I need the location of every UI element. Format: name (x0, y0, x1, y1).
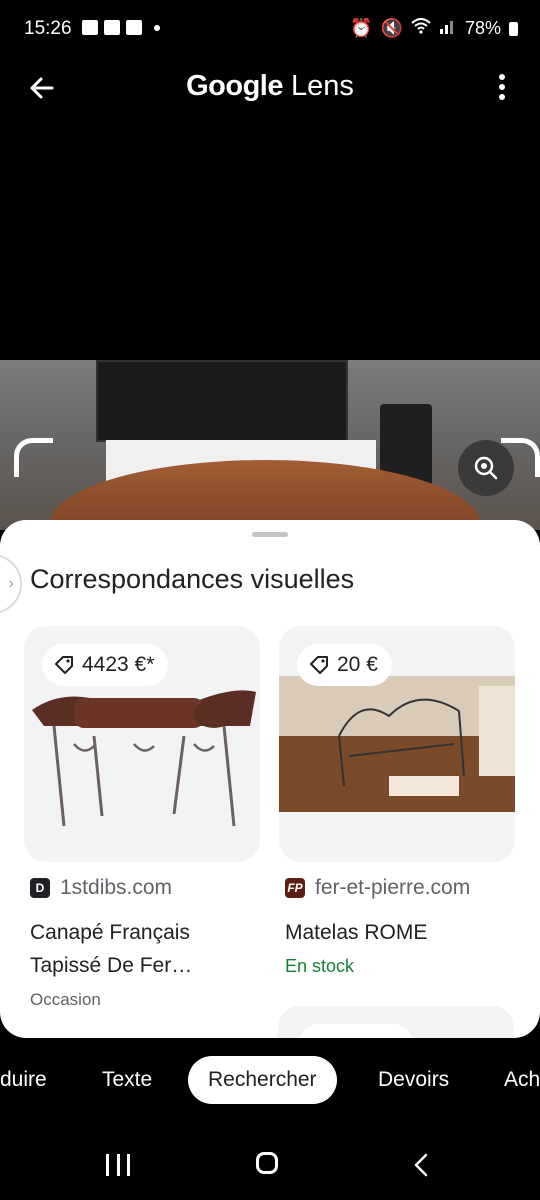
site-favicon-icon: D (30, 878, 50, 898)
alarm-icon: ⏰ (350, 18, 373, 38)
result-card-3[interactable] (278, 1006, 514, 1038)
more-options-button[interactable] (492, 74, 512, 104)
result-title-1[interactable]: Canapé Français Tapissé De Fer… (30, 916, 250, 982)
system-icons: ⏰ 🔇 78% (350, 18, 518, 39)
chevron-left-icon (414, 1153, 428, 1177)
wifi-icon (411, 18, 431, 39)
app-header: Google Lens (0, 60, 540, 116)
status-bar: 15:26 ⏰ 🔇 78% (0, 0, 540, 60)
tab-translate[interactable]: duire (0, 1056, 47, 1104)
site-favicon-icon: FP (285, 878, 305, 898)
result-source-2[interactable]: FP fer-et-pierre.com (285, 876, 470, 900)
result-card-2[interactable]: 20 € (279, 626, 515, 862)
status-time: 15:26 (24, 18, 72, 39)
result-condition: Occasion (30, 990, 101, 1009)
image-search-icon (474, 456, 498, 480)
tab-search[interactable]: Rechercher (188, 1056, 337, 1104)
signal-icon (439, 18, 457, 39)
price-badge: 20 € (297, 644, 392, 686)
notification-icons (82, 20, 160, 35)
result-title-2[interactable]: Matelas ROME (285, 916, 505, 949)
price-value: 4423 €* (82, 653, 155, 676)
result-image-2[interactable]: 20 € (279, 626, 515, 862)
side-panel-toggle[interactable]: › (0, 554, 22, 614)
missed-call-icon (126, 20, 142, 35)
source-domain: 1stdibs.com (60, 876, 173, 899)
tab-shopping[interactable]: Ach (504, 1056, 540, 1104)
price-tag-icon (55, 656, 73, 674)
battery-icon (509, 21, 518, 36)
price-tag-icon (310, 656, 328, 674)
home-button[interactable] (256, 1152, 278, 1174)
photo-tv (96, 360, 348, 442)
google-logo: Google (186, 70, 283, 102)
sheet-title: Correspondances visuelles (30, 564, 355, 594)
email-icon (104, 20, 120, 35)
results-sheet: › Correspondances visuelles 4423 €* D 1s… (0, 520, 540, 1038)
lens-search-button[interactable] (458, 440, 514, 496)
captured-photo[interactable] (0, 360, 540, 530)
page-title: Google Lens (0, 70, 540, 103)
price-value: 20 € (337, 653, 378, 676)
tab-text[interactable]: Texte (102, 1056, 152, 1104)
mode-tabs: duire Texte Rechercher Devoirs Ach (0, 1056, 540, 1106)
recent-apps-button[interactable] (106, 1154, 130, 1176)
result-card-1[interactable]: 4423 €* (24, 626, 260, 862)
gallery-icon (82, 20, 98, 35)
stock-status: En stock (285, 956, 355, 976)
price-badge (298, 1024, 414, 1038)
result-source-1[interactable]: D 1stdibs.com (30, 876, 172, 900)
tab-homework[interactable]: Devoirs (378, 1056, 449, 1104)
more-notifications-icon (154, 24, 160, 31)
price-badge: 4423 €* (42, 644, 169, 686)
drag-handle[interactable] (252, 532, 288, 537)
mute-icon: 🔇 (380, 18, 403, 38)
crop-handle-top-left[interactable] (14, 438, 53, 477)
more-vert-icon (499, 74, 505, 80)
source-domain: fer-et-pierre.com (315, 876, 471, 899)
chevron-right-icon: › (8, 575, 14, 592)
system-back-button[interactable] (410, 1152, 436, 1178)
battery-label: 78% (464, 18, 501, 38)
lens-label: Lens (291, 70, 354, 102)
system-nav-bar (0, 1130, 540, 1200)
result-image-1[interactable]: 4423 €* (24, 626, 260, 862)
